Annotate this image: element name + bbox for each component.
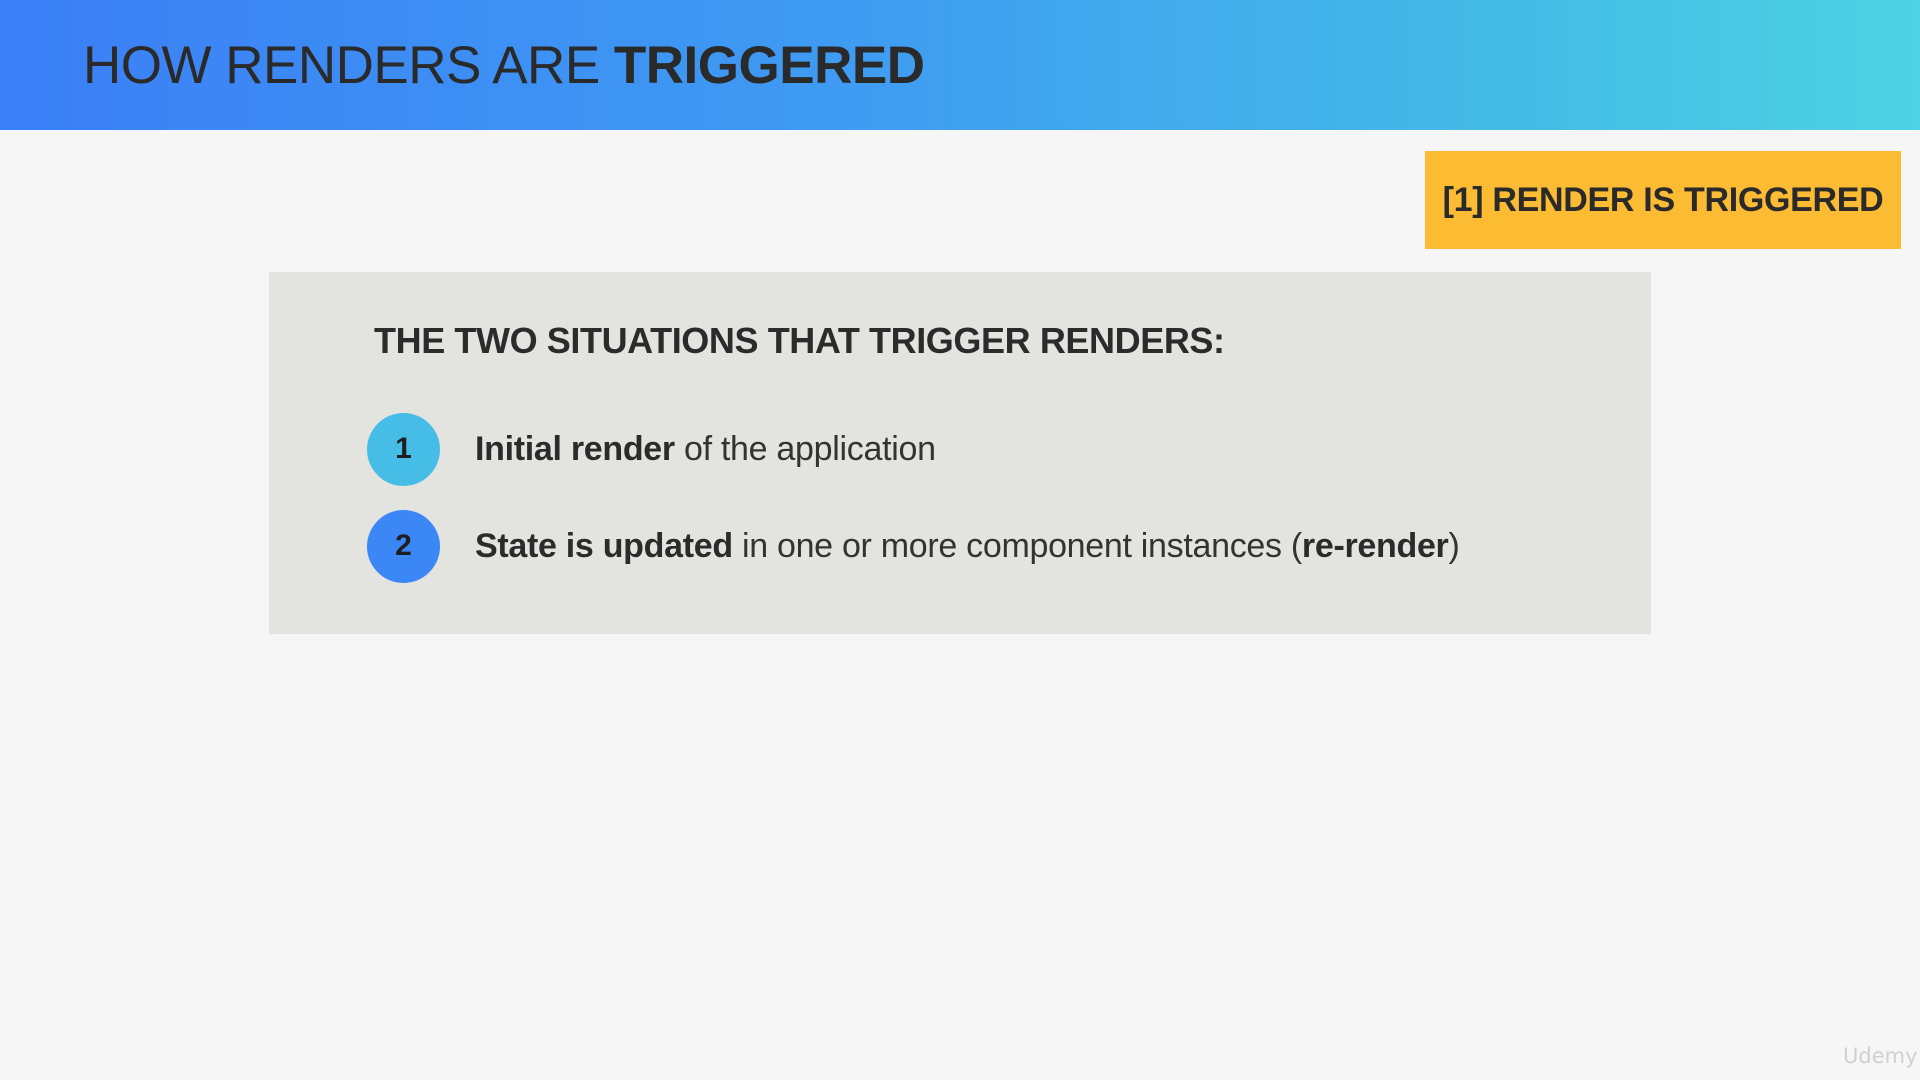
list-item-1-text: Initial render of the application: [475, 430, 936, 469]
step-badge-label: [1] RENDER IS TRIGGERED: [1442, 180, 1884, 219]
header-bar: HOW RENDERS ARE TRIGGERED: [0, 0, 1920, 130]
number-badge-1-label: 1: [395, 432, 412, 465]
number-badge-1: 1: [367, 412, 440, 486]
page-title-regular: HOW RENDERS ARE: [83, 36, 614, 95]
step-badge: [1] RENDER IS TRIGGERED: [1425, 151, 1901, 249]
number-badge-2-label: 2: [395, 529, 412, 562]
list-item-2-tail: ): [1448, 526, 1460, 565]
list-item-2-bold: State is updated: [475, 526, 733, 565]
list-item-1-bold: Initial render: [475, 429, 675, 468]
list-item-2-text: State is updated in one or more componen…: [475, 527, 1460, 566]
list-item-1-rest: of the application: [674, 429, 936, 468]
list-item-initial-render: 1 Initial render of the application: [367, 412, 936, 486]
list-item-2-bold-2: re-render: [1301, 526, 1449, 565]
number-badge-2: 2: [367, 509, 440, 583]
list-item-2-rest: in one or more component instances (: [732, 526, 1302, 565]
list-item-state-updated: 2 State is updated in one or more compon…: [367, 509, 1460, 583]
content-panel: THE TWO SITUATIONS THAT TRIGGER RENDERS:…: [269, 272, 1651, 634]
udemy-watermark: Udemy: [1843, 1044, 1918, 1068]
page-title: HOW RENDERS ARE TRIGGERED: [83, 36, 925, 96]
page-title-bold: TRIGGERED: [613, 36, 925, 95]
panel-heading: THE TWO SITUATIONS THAT TRIGGER RENDERS:: [374, 320, 1225, 361]
